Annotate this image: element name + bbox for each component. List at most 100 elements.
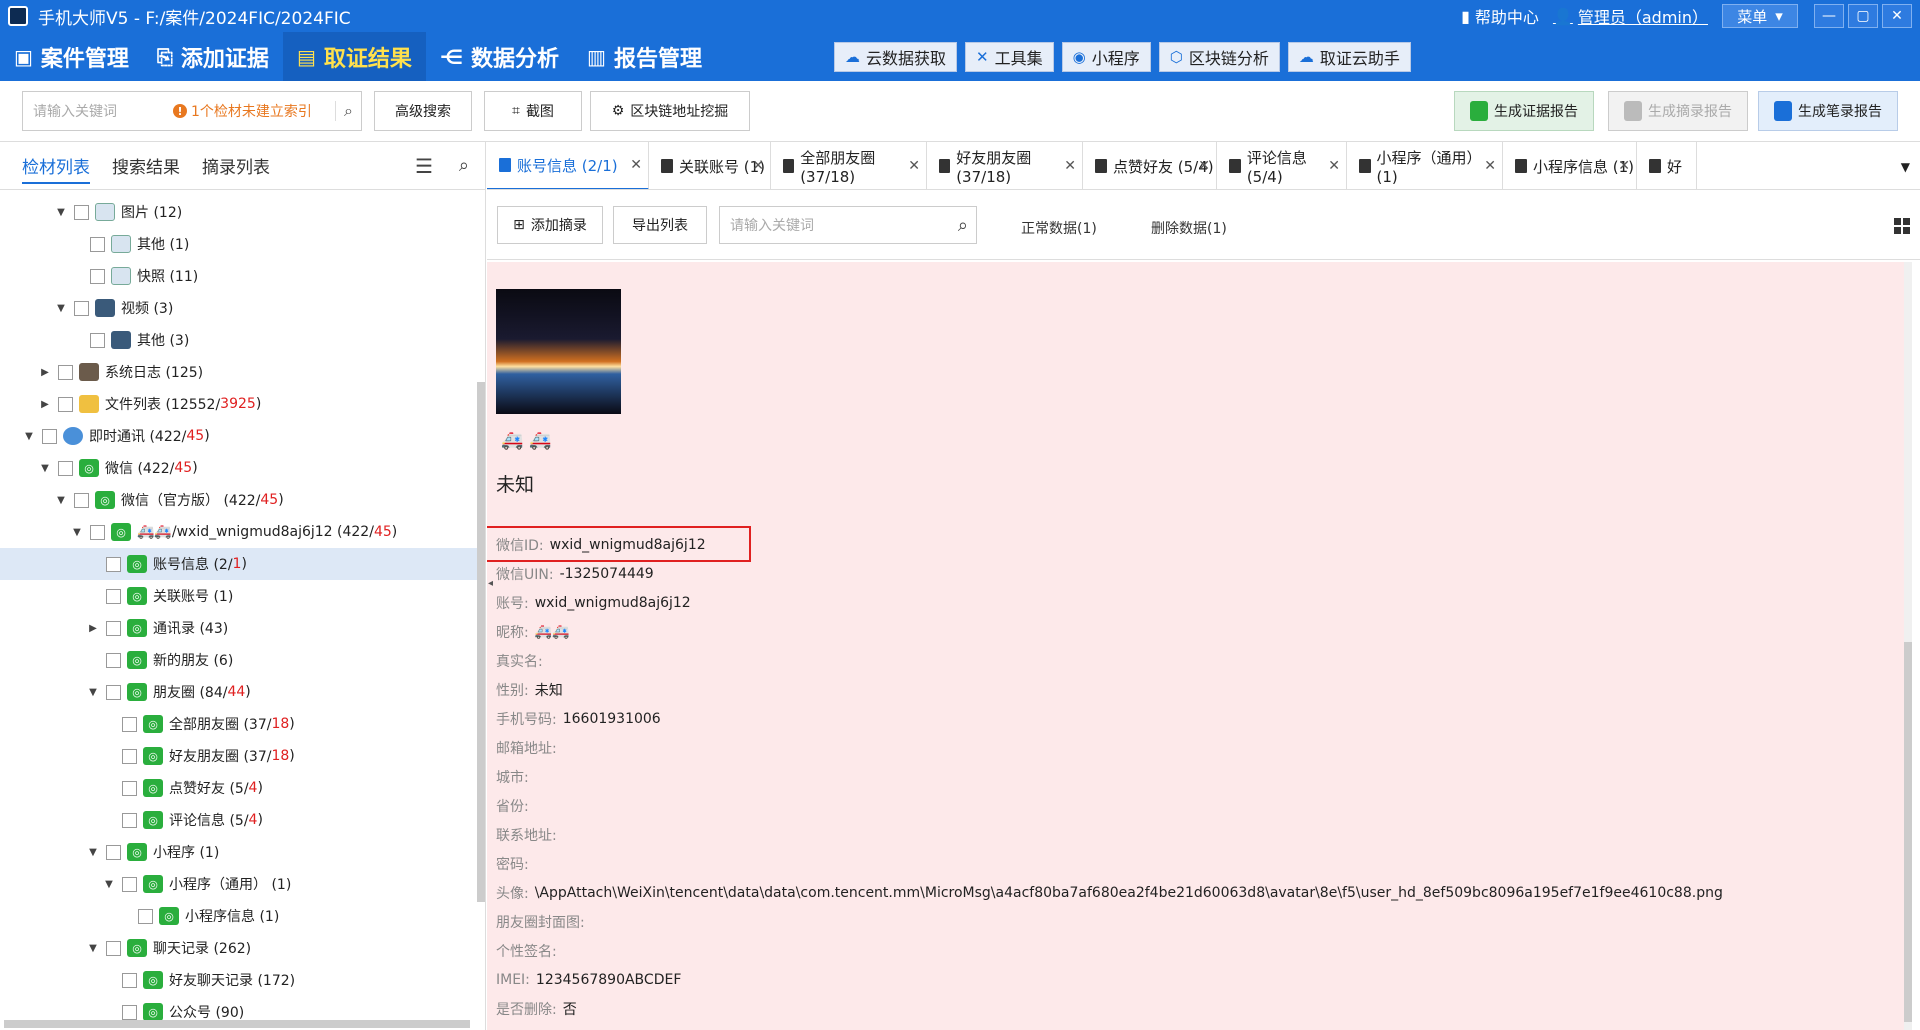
- export-list-button[interactable]: 导出列表: [613, 206, 707, 244]
- expanded-arrow-icon[interactable]: ▼: [54, 303, 68, 314]
- result-tab[interactable]: 评论信息 (5/4) ✕: [1217, 142, 1347, 189]
- expanded-arrow-icon[interactable]: ▼: [86, 943, 100, 954]
- splitter-handle[interactable]: ◂: [488, 578, 493, 589]
- blockchain-mining-button[interactable]: ⚙ 区块链地址挖掘: [590, 91, 750, 131]
- nav-data-analysis[interactable]: ⋲ 数据分析: [426, 32, 573, 81]
- close-tab-icon[interactable]: ✕: [752, 158, 764, 174]
- advanced-search-button[interactable]: 高级搜索: [374, 91, 472, 131]
- tree-checkbox[interactable]: [122, 972, 137, 988]
- tree-item[interactable]: ◎ 全部朋友圈 (37/18): [0, 708, 478, 740]
- toolset-button[interactable]: ✕ 工具集: [965, 42, 1054, 72]
- add-summary-button[interactable]: ⊞ 添加摘录: [497, 206, 603, 244]
- tree-item[interactable]: ▼ 图片 (12): [0, 196, 478, 228]
- tree-checkbox[interactable]: [122, 812, 137, 828]
- tree-item[interactable]: ▼ ◎ 小程序 (1): [0, 836, 478, 868]
- tree-checkbox[interactable]: [90, 524, 105, 540]
- result-tab[interactable]: 账号信息 (2/1) ✕: [487, 142, 649, 189]
- search-icon[interactable]: ⌕: [958, 215, 968, 236]
- result-tab[interactable]: 点赞好友 (5/4) ✕: [1083, 142, 1217, 189]
- tree-checkbox[interactable]: [106, 684, 121, 700]
- tree-item[interactable]: 快照 (11): [0, 260, 478, 292]
- search-icon[interactable]: ⌕: [335, 101, 353, 121]
- tree-checkbox[interactable]: [106, 620, 121, 636]
- tree-checkbox[interactable]: [106, 556, 121, 572]
- tree-item[interactable]: ◎ 账号信息 (2/1): [0, 548, 478, 580]
- tree-checkbox[interactable]: [74, 492, 89, 508]
- user-link[interactable]: 👤 管理员（admin）: [1553, 4, 1708, 28]
- gen-evidence-report-button[interactable]: 生成证据报告: [1454, 91, 1594, 131]
- index-warning[interactable]: ! 1个检材未建立索引: [173, 101, 312, 121]
- collapsed-arrow-icon[interactable]: ▶: [38, 399, 52, 410]
- tree-item[interactable]: ◎ 点赞好友 (5/4): [0, 772, 478, 804]
- tree-item[interactable]: ▼ ◎ 聊天记录 (262): [0, 932, 478, 964]
- tree-item[interactable]: ▼ ◎ 微信（官方版） (422/45): [0, 484, 478, 516]
- close-tab-icon[interactable]: ✕: [1064, 158, 1076, 174]
- close-tab-icon[interactable]: ✕: [630, 157, 642, 173]
- tree-checkbox[interactable]: [106, 652, 121, 668]
- gen-notes-report-button[interactable]: 生成笔录报告: [1758, 91, 1898, 131]
- tree-checkbox[interactable]: [138, 908, 153, 924]
- tree-checkbox[interactable]: [122, 716, 137, 732]
- tree-item[interactable]: ▼ ◎ 🚑🚑/wxid_wnigmud8aj6j12 (422/45): [0, 516, 478, 548]
- minimize-button[interactable]: —: [1814, 4, 1844, 28]
- tab-search-results[interactable]: 搜索结果: [112, 153, 180, 178]
- tree-item[interactable]: ▼ ◎ 微信 (422/45): [0, 452, 478, 484]
- close-tab-icon[interactable]: ✕: [1328, 158, 1340, 174]
- cloud-data-button[interactable]: ☁ 云数据获取: [834, 42, 958, 72]
- expanded-arrow-icon[interactable]: ▼: [54, 495, 68, 506]
- grid-view-icon[interactable]: [1894, 218, 1910, 234]
- tree-checkbox[interactable]: [74, 204, 89, 220]
- result-tab[interactable]: 好: [1637, 142, 1697, 189]
- nav-report-management[interactable]: ▥ 报告管理: [573, 32, 716, 81]
- list-menu-icon[interactable]: ☰: [415, 154, 433, 178]
- nav-case-management[interactable]: ▣ 案件管理: [0, 32, 143, 81]
- tree-item[interactable]: ▼ ◎ 小程序（通用） (1): [0, 868, 478, 900]
- tree-checkbox[interactable]: [122, 1004, 137, 1020]
- tree-item[interactable]: ◎ 小程序信息 (1): [0, 900, 478, 932]
- tree-checkbox[interactable]: [122, 748, 137, 764]
- deleted-data-tab[interactable]: 删除数据(1): [1151, 218, 1227, 238]
- tree-checkbox[interactable]: [90, 332, 105, 348]
- tree-checkbox[interactable]: [58, 460, 73, 476]
- tree-item[interactable]: ◎ 好友聊天记录 (172): [0, 964, 478, 996]
- result-search-input[interactable]: 请输入关键词 ⌕: [719, 206, 977, 244]
- expanded-arrow-icon[interactable]: ▼: [86, 687, 100, 698]
- tree-item[interactable]: ▶ ◎ 通讯录 (43): [0, 612, 478, 644]
- tree-item[interactable]: 其他 (3): [0, 324, 478, 356]
- tree-item[interactable]: ◎ 评论信息 (5/4): [0, 804, 478, 836]
- tree-item[interactable]: ▼ 即时通讯 (422/45): [0, 420, 478, 452]
- tree-checkbox[interactable]: [90, 268, 105, 284]
- collapsed-arrow-icon[interactable]: ▶: [38, 367, 52, 378]
- tree-checkbox[interactable]: [42, 428, 57, 444]
- expanded-arrow-icon[interactable]: ▼: [22, 431, 36, 442]
- close-tab-icon[interactable]: ✕: [908, 158, 920, 174]
- help-center-link[interactable]: ▮ 帮助中心: [1461, 4, 1539, 28]
- tree-checkbox[interactable]: [106, 940, 121, 956]
- tree-checkbox[interactable]: [74, 300, 89, 316]
- menu-button[interactable]: 菜单 ▾: [1722, 4, 1798, 28]
- tab-evidence-list[interactable]: 检材列表: [22, 153, 90, 184]
- expanded-arrow-icon[interactable]: ▼: [38, 463, 52, 474]
- tree-scrollbar[interactable]: [477, 382, 485, 902]
- cloud-assistant-button[interactable]: ☁ 取证云助手: [1287, 42, 1411, 72]
- close-button[interactable]: ✕: [1882, 4, 1912, 28]
- tree-item[interactable]: ▶ 系统日志 (125): [0, 356, 478, 388]
- tree-item[interactable]: ◎ 新的朋友 (6): [0, 644, 478, 676]
- result-tab[interactable]: 全部朋友圈 (37/18) ✕: [771, 142, 927, 189]
- keyword-search[interactable]: 请输入关键词 ! 1个检材未建立索引 ⌕: [22, 91, 362, 131]
- expanded-arrow-icon[interactable]: ▼: [86, 847, 100, 858]
- nav-forensic-results[interactable]: ▤ 取证结果: [282, 32, 426, 81]
- tree-checkbox[interactable]: [58, 396, 73, 412]
- tree-item[interactable]: ▶ 文件列表 (12552/3925): [0, 388, 478, 420]
- tree-item[interactable]: 其他 (1): [0, 228, 478, 260]
- search-icon[interactable]: ⌕: [459, 155, 469, 176]
- tab-summary-list[interactable]: 摘录列表: [202, 153, 270, 178]
- collapsed-arrow-icon[interactable]: ▶: [86, 623, 100, 634]
- close-tab-icon[interactable]: ✕: [1618, 158, 1630, 174]
- scrollbar-thumb[interactable]: [1904, 642, 1912, 1022]
- mini-program-button[interactable]: ◉ 小程序: [1061, 42, 1151, 72]
- close-tab-icon[interactable]: ✕: [1198, 158, 1210, 174]
- tree-checkbox[interactable]: [90, 236, 105, 252]
- expanded-arrow-icon[interactable]: ▼: [54, 207, 68, 218]
- tabs-overflow-icon[interactable]: ▼: [1901, 160, 1910, 174]
